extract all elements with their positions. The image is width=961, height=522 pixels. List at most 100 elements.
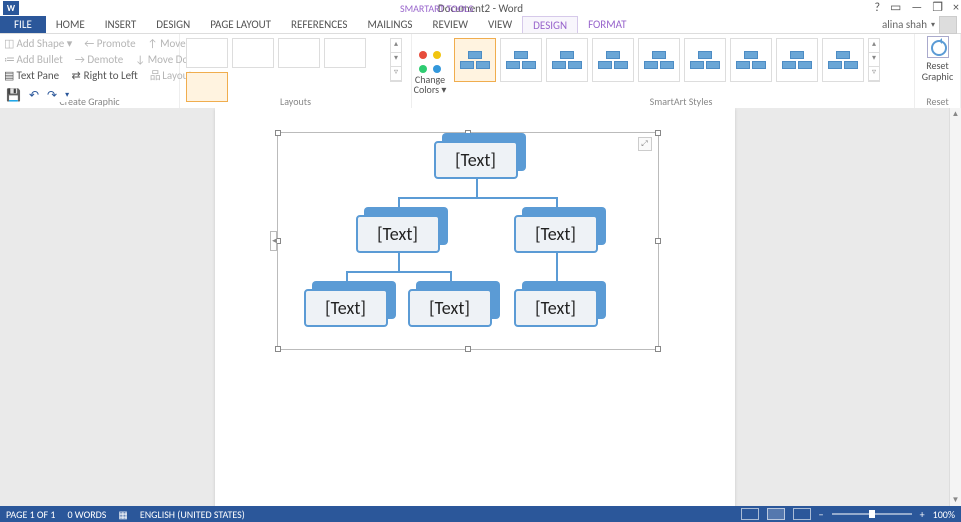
tab-file[interactable]: FILE (0, 16, 46, 33)
help-icon[interactable]: ? (874, 1, 880, 15)
word-app-icon: W (3, 1, 19, 15)
resize-handle-sw[interactable] (275, 346, 281, 352)
style-thumb-8[interactable] (776, 38, 818, 82)
tab-design[interactable]: DESIGN (146, 16, 200, 33)
view-read-mode-icon[interactable] (741, 508, 759, 520)
status-language[interactable]: ENGLISH (UNITED STATES) (140, 508, 245, 521)
resize-handle-se[interactable] (655, 346, 661, 352)
resize-handle-ne[interactable] (655, 130, 661, 136)
connector (346, 271, 452, 273)
status-bar: PAGE 1 OF 1 0 WORDS ▦ ENGLISH (UNITED ST… (0, 506, 961, 522)
promote-button: ← Promote (84, 36, 135, 52)
restore-icon[interactable]: ❐ (932, 0, 943, 15)
minimize-icon[interactable]: — (911, 1, 922, 15)
node-text[interactable]: [Text] (514, 289, 598, 327)
tab-mailings[interactable]: MAILINGS (357, 16, 422, 33)
ribbon-display-options-icon[interactable]: ▭ (890, 0, 901, 15)
node-text[interactable]: [Text] (356, 215, 440, 253)
close-icon[interactable]: × (953, 1, 959, 15)
resize-handle-s[interactable] (465, 346, 471, 352)
group-label-reset: Reset (915, 95, 960, 108)
change-colors-label: Change Colors (414, 73, 445, 96)
layouts-scroll-up-icon[interactable]: ▴ (391, 39, 401, 53)
tab-references[interactable]: REFERENCES (281, 16, 357, 33)
user-account[interactable]: alina shah ▾ (882, 16, 961, 34)
layouts-more-icon[interactable]: ▿ (391, 67, 401, 81)
tab-page-layout[interactable]: PAGE LAYOUT (200, 16, 281, 33)
layout-thumb-4[interactable] (324, 38, 366, 68)
tab-smartart-design[interactable]: DESIGN (522, 16, 578, 33)
tab-smartart-format[interactable]: FORMAT (578, 16, 636, 33)
page[interactable]: ◄ ⤢ [Text] [Text] (215, 108, 735, 506)
tab-home[interactable]: HOME (46, 16, 95, 33)
text-pane-button[interactable]: ▤ Text Pane (4, 68, 59, 84)
qat-customize-icon[interactable]: ▾ (65, 90, 69, 100)
layout-thumb-1[interactable] (186, 38, 228, 68)
status-proofing-icon[interactable]: ▦ (118, 508, 127, 521)
node-text[interactable]: [Text] (514, 215, 598, 253)
styles-scroll-down-icon[interactable]: ▾ (869, 53, 879, 67)
style-thumb-2[interactable] (500, 38, 542, 82)
scroll-down-icon[interactable]: ▼ (950, 494, 961, 506)
vertical-scrollbar[interactable]: ▲ ▼ (949, 108, 961, 506)
quick-access-toolbar: 💾 ↶ ↷ ▾ (0, 88, 69, 102)
scroll-up-icon[interactable]: ▲ (950, 108, 961, 120)
qat-save-icon[interactable]: 💾 (6, 88, 21, 103)
status-page[interactable]: PAGE 1 OF 1 (6, 508, 55, 521)
tab-insert[interactable]: INSERT (95, 16, 147, 33)
group-layouts: ▴ ▾ ▿ Layouts (180, 34, 412, 109)
zoom-in-icon[interactable]: + (920, 508, 925, 521)
styles-scroll-up-icon[interactable]: ▴ (869, 39, 879, 53)
reset-graphic-button[interactable]: Reset Graphic (915, 36, 960, 82)
add-shape-button[interactable]: ◫ Add Shape ▾ (4, 36, 72, 52)
layout-thumb-3[interactable] (278, 38, 320, 68)
ribbon: ◫ Add Shape ▾ ← Promote ↑ Move Up ≔ Add … (0, 34, 961, 110)
connector (398, 197, 558, 199)
style-thumb-1-selected[interactable] (454, 38, 496, 82)
styles-gallery-scroll: ▴ ▾ ▿ (868, 38, 880, 82)
view-web-layout-icon[interactable] (793, 508, 811, 520)
user-dropdown-icon: ▾ (931, 20, 935, 30)
demote-button: → Demote (75, 52, 123, 68)
zoom-level[interactable]: 100% (933, 508, 955, 521)
document-area: ◄ ⤢ [Text] [Text] (0, 108, 949, 506)
zoom-out-icon[interactable]: − (819, 508, 824, 521)
style-thumb-9[interactable] (822, 38, 864, 82)
ribbon-tabs: FILE HOME INSERT DESIGN PAGE LAYOUT REFE… (0, 16, 961, 34)
qat-redo-icon[interactable]: ↷ (47, 88, 57, 103)
add-bullet-button: ≔ Add Bullet (4, 52, 63, 68)
zoom-slider-thumb[interactable] (869, 510, 875, 518)
user-name: alina shah (882, 18, 927, 31)
group-label-layouts: Layouts (180, 95, 411, 108)
style-thumb-7[interactable] (730, 38, 772, 82)
reset-graphic-label: Reset Graphic (915, 60, 960, 82)
node-text[interactable]: [Text] (304, 289, 388, 327)
contextual-tools-label: SMARTART TOOLS (400, 2, 473, 15)
group-smartart-styles: ▴ ▾ ▿ SmartArt Styles (448, 34, 915, 109)
node-text[interactable]: [Text] (434, 141, 518, 179)
styles-more-icon[interactable]: ▿ (869, 67, 879, 81)
qat-undo-icon[interactable]: ↶ (29, 88, 39, 103)
resize-handle-e[interactable] (655, 238, 661, 244)
change-colors-button[interactable]: Change Colors ▾ (412, 34, 448, 109)
tab-view[interactable]: VIEW (478, 16, 522, 33)
group-reset: Reset Graphic Reset (915, 34, 961, 109)
style-thumb-4[interactable] (592, 38, 634, 82)
zoom-slider[interactable] (832, 513, 912, 515)
style-thumb-3[interactable] (546, 38, 588, 82)
status-word-count[interactable]: 0 WORDS (67, 508, 106, 521)
text-pane-toggle-icon[interactable]: ◄ (270, 231, 277, 251)
layouts-scroll-down-icon[interactable]: ▾ (391, 53, 401, 67)
resize-handle-nw[interactable] (275, 130, 281, 136)
style-thumb-5[interactable] (638, 38, 680, 82)
view-print-layout-icon[interactable] (767, 508, 785, 520)
layout-thumb-2[interactable] (232, 38, 274, 68)
node-text[interactable]: [Text] (408, 289, 492, 327)
right-to-left-button[interactable]: ⇄ Right to Left (71, 68, 138, 84)
window-title: Document2 - Word (0, 2, 961, 15)
style-thumb-6[interactable] (684, 38, 726, 82)
tab-review[interactable]: REVIEW (422, 16, 478, 33)
smartart-frame[interactable]: ◄ ⤢ [Text] [Text] (277, 132, 659, 350)
connector (476, 179, 478, 197)
title-bar: W Document2 - Word SMARTART TOOLS ? ▭ — … (0, 0, 961, 16)
